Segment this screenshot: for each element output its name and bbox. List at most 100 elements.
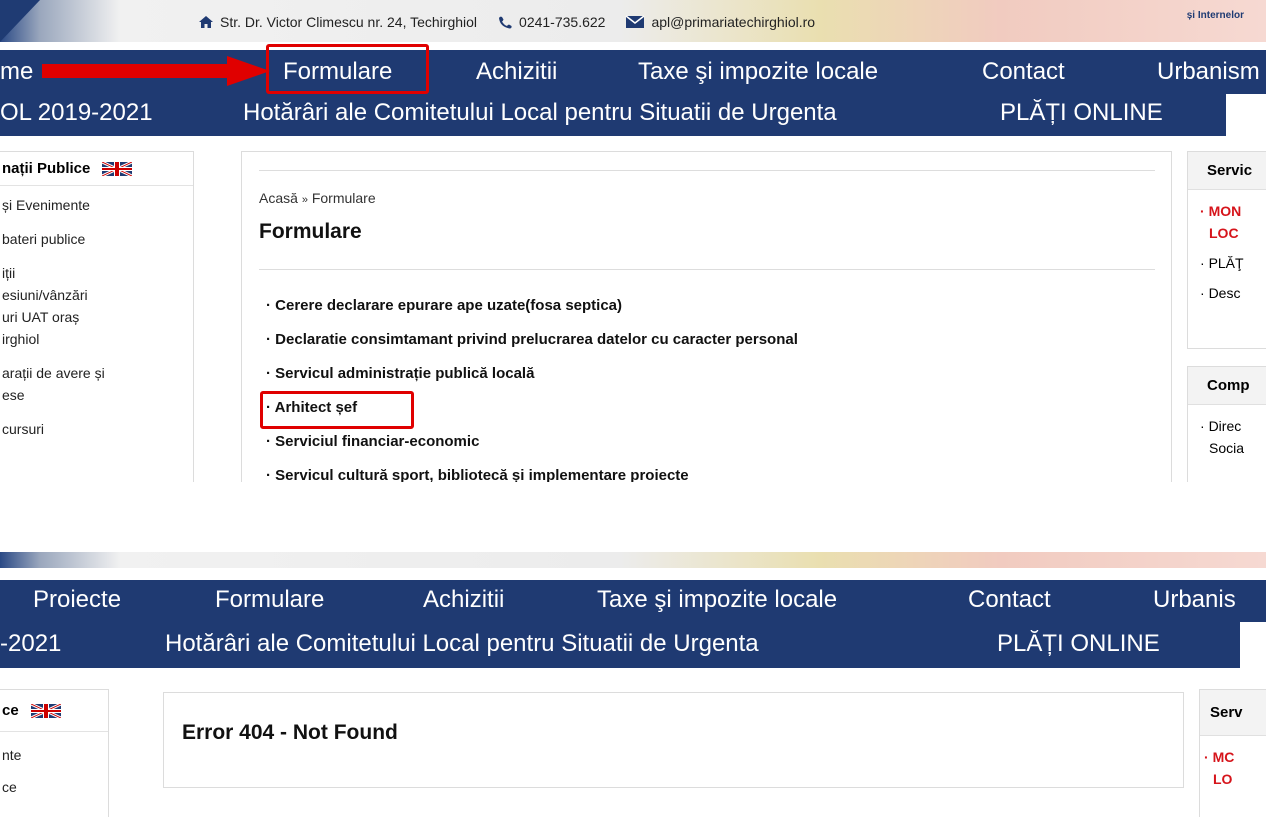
bullet: · (266, 365, 271, 382)
sidebar-item-licitatii[interactable]: iții (2, 262, 193, 284)
list-item-label: Servicul cultură sport, bibliotecă și im… (275, 467, 689, 482)
bullet: · (266, 331, 271, 348)
nav-item-formulare-2[interactable]: Formulare (215, 586, 324, 614)
form-list: · Cerere declarare epurare ape uzate(fos… (266, 297, 798, 482)
nav-item-plati-online[interactable]: PLĂȚI ONLINE (1000, 99, 1163, 127)
breadcrumb-separator: » (301, 194, 308, 206)
right-item-label: PLĂŢ (1208, 255, 1244, 271)
sidebar-item-evenimente-2[interactable]: nte (2, 744, 108, 766)
list-item[interactable]: · Servicul cultură sport, bibliotecă și … (266, 467, 798, 482)
right-item-label: MC (1212, 749, 1235, 765)
main-nav-2: Proiecte Formulare Achizitii Taxe şi imp… (0, 580, 1266, 622)
sidebar-item-concursuri[interactable]: cursuri (2, 418, 193, 440)
right-sidebar-title-3: Serv (1200, 690, 1266, 736)
right-item-label: Direc (1208, 418, 1242, 434)
right-item-label: MON (1208, 203, 1242, 219)
nav-item-partial-2[interactable]: OL 2019-2021 (0, 99, 153, 127)
list-item[interactable]: · Cerere declarare epurare ape uzate(fos… (266, 297, 798, 331)
right-sidebar-title-2: Comp (1188, 367, 1266, 405)
right-sidebar-list: · MON LOC · PLĂŢ · Desc (1188, 190, 1266, 304)
right-item-plati[interactable]: · PLĂŢ (1200, 252, 1266, 274)
sidebar-item-declaratii[interactable]: arații de avere și (2, 362, 193, 384)
left-sidebar-header-2: ce (0, 690, 108, 732)
right-item-descarca[interactable]: · Desc (1200, 282, 1266, 304)
highlight-arhitect-sef (260, 391, 414, 429)
right-sidebar-title: Servic (1188, 152, 1266, 190)
nav-row-2: OL 2019-2021 Hotărâri ale Comitetului Lo… (0, 99, 1226, 129)
right-item-monitorul-4[interactable]: LO (1204, 768, 1266, 790)
uk-flag-icon[interactable] (30, 702, 62, 719)
bullet: · (266, 297, 271, 314)
left-sidebar-header: nații Publice (0, 152, 193, 186)
breadcrumb-home[interactable]: Acasă (259, 190, 298, 206)
main-nav-row2: OL 2019-2021 Hotărâri ale Comitetului Lo… (0, 94, 1226, 136)
list-item-label: Serviciul financiar-economic (275, 433, 480, 450)
list-item[interactable]: · Serviciul financiar-economic (266, 433, 798, 467)
top-divider (259, 170, 1155, 171)
bullet: · (266, 433, 271, 450)
right-item-monitorul-3[interactable]: · MC (1204, 746, 1266, 768)
phone-text[interactable]: 0241-735.622 (519, 14, 605, 30)
screenshot-404: Proiecte Formulare Achizitii Taxe şi imp… (0, 552, 1266, 817)
email-icon (625, 15, 645, 29)
nav-item-taxe-2[interactable]: Taxe şi impozite locale (597, 586, 837, 614)
uk-flag-icon[interactable] (101, 160, 133, 177)
sidebar-item-licitatii-2[interactable]: esiuni/vânzări (2, 284, 193, 306)
home-icon (198, 15, 214, 29)
sidebar-item-licitatii-3[interactable]: uri UAT oraș (2, 306, 193, 328)
right-item-monitorul-2[interactable]: LOC (1200, 222, 1266, 244)
phone-icon (497, 15, 513, 29)
sidebar-item-licitatii-4[interactable]: irghiol (2, 328, 193, 350)
main-nav-2-row2: -2021 Hotărâri ale Comitetului Local pen… (0, 622, 1240, 668)
nav-item-urbanism[interactable]: Urbanism (1157, 58, 1260, 86)
title-divider (259, 269, 1155, 270)
breadcrumb-current: Formulare (311, 190, 376, 206)
nav-item-contact[interactable]: Contact (982, 58, 1065, 86)
nav-item-achizitii[interactable]: Achizitii (476, 58, 557, 86)
header-corner (0, 0, 40, 42)
sidebar-item-dezbateri[interactable]: bateri publice (2, 228, 193, 250)
nav-item-achizitii-2[interactable]: Achizitii (423, 586, 504, 614)
list-item-label: Cerere declarare epurare ape uzate(fosa … (275, 297, 623, 314)
right-sidebar-companii: Comp · Direc Socia (1187, 366, 1266, 482)
list-item-label: Servicul administrație publică locală (275, 365, 535, 382)
right-sidebar-list-3: · MC LO (1200, 736, 1266, 790)
nav-row-1b: Proiecte Formulare Achizitii Taxe şi imp… (0, 586, 1266, 616)
nav-row-2b: -2021 Hotărâri ale Comitetului Local pen… (0, 630, 1240, 660)
top-header-band: Str. Dr. Victor Climescu nr. 24, Techirg… (0, 0, 1266, 42)
error-title: Error 404 - Not Found (182, 721, 398, 744)
left-sidebar-list-2: nte ce (0, 732, 108, 798)
nav-item-hotarari-2[interactable]: Hotărâri ale Comitetului Local pentru Si… (165, 630, 759, 658)
eu-badge-text: și Internelor (1186, 10, 1244, 21)
right-sidebar-2: Serv · MC LO (1199, 689, 1266, 817)
nav-item-proiecte[interactable]: Proiecte (33, 586, 121, 614)
left-sidebar-title-2: ce (2, 702, 19, 719)
main-content: Acasă » Formulare Formulare · Cerere dec… (241, 151, 1172, 482)
left-sidebar-title: nații Publice (2, 160, 91, 177)
nav-item-plati-online-2[interactable]: PLĂȚI ONLINE (997, 630, 1160, 658)
list-item[interactable]: · Declaratie consimtamant privind preluc… (266, 331, 798, 365)
email-link[interactable]: apl@primariatechirghiol.ro (651, 14, 815, 30)
right-item-directia[interactable]: · Direc (1200, 415, 1266, 437)
left-sidebar-2: ce nte ce (0, 689, 109, 817)
nav-item-taxe[interactable]: Taxe şi impozite locale (638, 58, 878, 86)
bullet: · (266, 467, 271, 482)
sidebar-item-evenimente[interactable]: și Evenimente (2, 194, 193, 216)
nav-item-partial[interactable]: me (0, 58, 33, 86)
right-arrow-icon (42, 56, 270, 86)
contact-info: Str. Dr. Victor Climescu nr. 24, Techirg… (198, 14, 815, 30)
error-panel: Error 404 - Not Found (163, 692, 1184, 788)
sidebar-item-dezbateri-2[interactable]: ce (2, 776, 108, 798)
right-sidebar-servicii: Servic · MON LOC · PLĂŢ · Desc (1187, 151, 1266, 349)
address-text: Str. Dr. Victor Climescu nr. 24, Techirg… (220, 14, 478, 30)
right-item-monitorul[interactable]: · MON (1200, 200, 1266, 222)
nav-item-urbanism-2[interactable]: Urbanis (1153, 586, 1236, 614)
screenshot-formulare: Str. Dr. Victor Climescu nr. 24, Techirg… (0, 0, 1266, 482)
right-item-label: Desc (1208, 285, 1241, 301)
nav-item-hotarari[interactable]: Hotărâri ale Comitetului Local pentru Si… (243, 99, 837, 127)
right-item-directia-2[interactable]: Socia (1200, 437, 1266, 459)
nav-item-contact-2[interactable]: Contact (968, 586, 1051, 614)
nav-item-partial-3[interactable]: -2021 (0, 630, 61, 658)
left-sidebar: nații Publice și Evenimente bateri publi… (0, 151, 194, 482)
sidebar-item-declaratii-2[interactable]: ese (2, 384, 193, 406)
